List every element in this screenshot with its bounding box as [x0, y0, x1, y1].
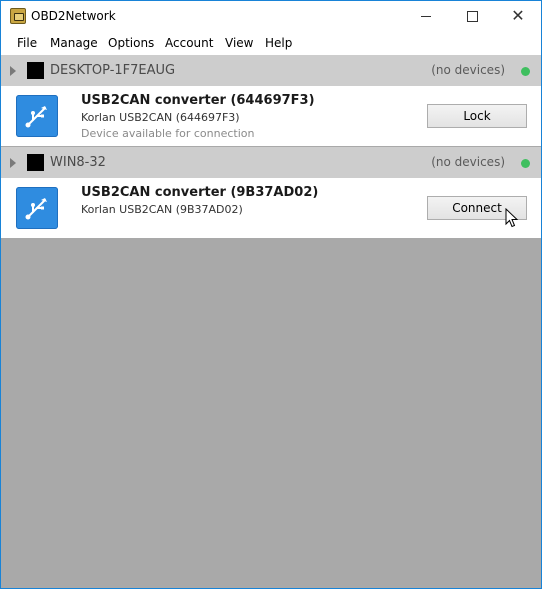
group-status: (no devices) [431, 63, 505, 77]
device-title: USB2CAN converter (644697F3) [81, 93, 315, 108]
app-icon [10, 8, 26, 24]
device-title: USB2CAN converter (9B37AD02) [81, 185, 319, 200]
expand-arrow-icon[interactable] [10, 66, 16, 76]
usb-icon [16, 95, 58, 137]
app-window: OBD2Network ✕ File Manage Options Accoun… [0, 0, 542, 589]
device-row: USB2CAN converter (644697F3) Korlan USB2… [1, 86, 541, 146]
menu-file[interactable]: File [17, 36, 37, 50]
mouse-cursor-icon [505, 208, 519, 228]
maximize-button[interactable] [449, 1, 495, 31]
device-row: USB2CAN converter (9B37AD02) Korlan USB2… [1, 178, 541, 238]
device-subtitle: Korlan USB2CAN (9B37AD02) [81, 203, 243, 216]
menu-help[interactable]: Help [265, 36, 292, 50]
usb-icon [16, 187, 58, 229]
close-button[interactable]: ✕ [495, 1, 541, 31]
menu-manage[interactable]: Manage [50, 36, 98, 50]
menu-view[interactable]: View [225, 36, 253, 50]
group-status: (no devices) [431, 155, 505, 169]
menu-account[interactable]: Account [165, 36, 213, 50]
group-name: DESKTOP-1F7EAUG [50, 63, 176, 78]
minimize-button[interactable] [403, 1, 449, 31]
lock-button[interactable]: Lock [427, 104, 527, 128]
minimize-icon [421, 15, 431, 17]
group-name: WIN8-32 [50, 155, 106, 170]
menu-options[interactable]: Options [108, 36, 154, 50]
device-note: Device available for connection [81, 127, 255, 140]
close-icon: ✕ [511, 6, 525, 25]
expand-arrow-icon[interactable] [10, 158, 16, 168]
group-header-desktop[interactable]: DESKTOP-1F7EAUG (no devices) [1, 55, 541, 86]
status-dot-icon [521, 159, 530, 168]
computer-square-icon [27, 62, 44, 79]
menu-bar: File Manage Options Account View Help [1, 31, 541, 55]
computer-square-icon [27, 154, 44, 171]
device-subtitle: Korlan USB2CAN (644697F3) [81, 111, 240, 124]
maximize-icon [466, 10, 478, 22]
group-header-win8[interactable]: WIN8-32 (no devices) [1, 147, 541, 178]
title-bar[interactable]: OBD2Network ✕ [1, 1, 541, 31]
window-title: OBD2Network [31, 9, 116, 23]
status-dot-icon [521, 67, 530, 76]
